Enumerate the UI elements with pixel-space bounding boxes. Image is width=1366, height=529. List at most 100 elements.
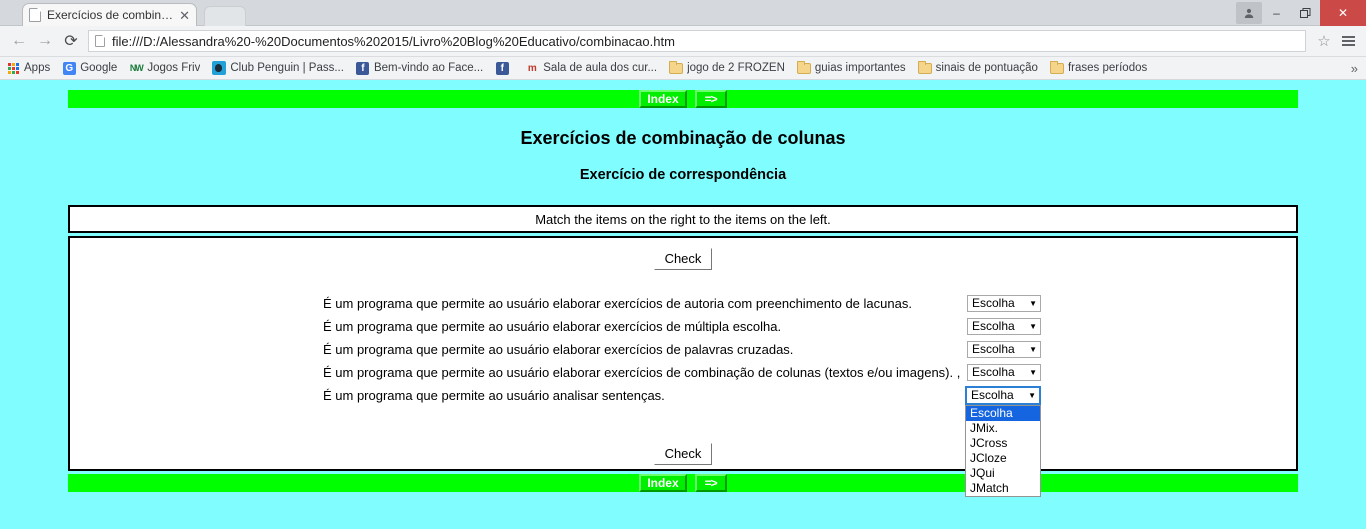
- back-icon[interactable]: ←: [6, 28, 32, 54]
- select-value: Escolha: [972, 319, 1015, 333]
- check-button-bottom[interactable]: Check: [653, 443, 713, 465]
- folder-icon: [796, 60, 811, 75]
- chevron-down-icon: ▼: [1029, 322, 1037, 331]
- match-select-1[interactable]: Escolha ▼: [967, 295, 1041, 312]
- item-text: É um programa que permite ao usuário ela…: [323, 296, 912, 311]
- instructions-box: Match the items on the right to the item…: [68, 205, 1298, 233]
- bookmark-label: Google: [80, 62, 118, 74]
- bookmark-folder-sinais[interactable]: sinais de pontuação: [917, 60, 1038, 75]
- item-text: É um programa que permite ao usuário ana…: [323, 388, 665, 403]
- next-button-top[interactable]: =>: [694, 90, 727, 108]
- bookmark-jogos-friv[interactable]: NW Jogos Friv: [129, 61, 201, 75]
- friv-icon: NW: [129, 63, 144, 73]
- index-button-top[interactable]: Index: [639, 90, 687, 108]
- window-controls: – ✕: [1236, 0, 1366, 26]
- folder-icon: [669, 60, 684, 75]
- top-navbar: Index =>: [68, 90, 1298, 108]
- item-text: É um programa que permite ao usuário ela…: [323, 342, 794, 357]
- bookmark-label: guias importantes: [814, 62, 906, 74]
- dropdown-option[interactable]: Escolha: [966, 406, 1040, 421]
- bookmark-sala-de-aula[interactable]: m Sala de aula dos cur...: [525, 61, 657, 75]
- dropdown-option[interactable]: JMatch: [966, 481, 1040, 496]
- match-select-3[interactable]: Escolha ▼: [967, 341, 1041, 358]
- select-value: Escolha: [972, 296, 1015, 310]
- menu-icon[interactable]: [1336, 29, 1360, 53]
- item-text: É um programa que permite ao usuário ela…: [323, 319, 782, 334]
- chevron-down-icon: ▼: [1028, 391, 1036, 400]
- index-button-bottom[interactable]: Index: [639, 474, 687, 492]
- maximize-button[interactable]: [1291, 0, 1320, 26]
- bookmark-star-icon[interactable]: ☆: [1312, 29, 1336, 53]
- page-icon: [29, 8, 41, 22]
- dropdown-option[interactable]: JMix.: [966, 421, 1040, 436]
- chevron-down-icon: ▼: [1029, 299, 1037, 308]
- select-value: Escolha: [971, 388, 1014, 402]
- check-button-top[interactable]: Check: [653, 248, 713, 270]
- bookmark-facebook[interactable]: f Bem-vindo ao Face...: [356, 61, 483, 75]
- browser-tab[interactable]: Exercícios de combinação ✕: [22, 3, 197, 26]
- bookmark-club-penguin[interactable]: Club Penguin | Pass...: [212, 61, 344, 75]
- dropdown-option[interactable]: JCloze: [966, 451, 1040, 466]
- profile-icon[interactable]: [1236, 2, 1262, 24]
- bookmark-label: Club Penguin | Pass...: [230, 62, 344, 74]
- browser-toolbar: ← → ⟳ file:///D:/Alessandra%20-%20Docume…: [0, 26, 1366, 57]
- bookmark-label: Jogos Friv: [147, 62, 201, 74]
- page-info-icon: [95, 35, 105, 47]
- new-tab-button[interactable]: [204, 6, 246, 26]
- next-button-bottom[interactable]: =>: [694, 474, 727, 492]
- exercise-box: Check É um programa que permite ao usuár…: [68, 236, 1298, 471]
- close-icon[interactable]: ✕: [179, 9, 190, 22]
- match-select-2[interactable]: Escolha ▼: [967, 318, 1041, 335]
- browser-titlebar: Exercícios de combinação ✕ – ✕: [0, 0, 1366, 26]
- bookmark-label: sinais de pontuação: [935, 62, 1038, 74]
- minimize-button[interactable]: –: [1262, 0, 1291, 26]
- match-select-4[interactable]: Escolha ▼: [967, 364, 1041, 381]
- list-item: É um programa que permite ao usuário ela…: [70, 361, 1296, 384]
- match-select-5[interactable]: Escolha ▼: [965, 386, 1041, 405]
- bookmark-apps[interactable]: Apps: [6, 61, 50, 75]
- bookmark-folder-frases[interactable]: frases períodos: [1049, 60, 1147, 75]
- list-item: É um programa que permite ao usuário ela…: [70, 292, 1296, 315]
- tab-title: Exercícios de combinação: [47, 8, 175, 22]
- facebook-icon: f: [495, 61, 509, 75]
- page-title: Exercícios de combinação de colunas: [520, 128, 846, 148]
- penguin-icon: [212, 61, 227, 75]
- select-value: Escolha: [972, 342, 1015, 356]
- reload-icon[interactable]: ⟳: [58, 28, 84, 54]
- browser-window: Exercícios de combinação ✕ – ✕ ← → ⟳ fil…: [0, 0, 1366, 529]
- bookmark-folder-guias[interactable]: guias importantes: [796, 60, 906, 75]
- check-row-bottom: Check: [70, 439, 1296, 465]
- select-value: Escolha: [972, 365, 1015, 379]
- close-window-button[interactable]: ✕: [1320, 0, 1366, 26]
- address-bar[interactable]: file:///D:/Alessandra%20-%20Documentos%2…: [88, 30, 1306, 52]
- bookmark-google[interactable]: G Google: [62, 61, 117, 75]
- select-dropdown-open[interactable]: Escolha JMix. JCross JCloze JQui JMatch: [965, 405, 1041, 497]
- bookmark-label: Apps: [24, 62, 51, 74]
- dropdown-option[interactable]: JQui: [966, 466, 1040, 481]
- bookmark-folder-frozen[interactable]: jogo de 2 FROZEN: [669, 60, 785, 75]
- list-item: É um programa que permite ao usuário ela…: [70, 338, 1296, 361]
- check-row-top: Check: [70, 238, 1296, 270]
- forward-icon[interactable]: →: [32, 28, 58, 54]
- chevron-down-icon: ▼: [1029, 345, 1037, 354]
- bookmark-label: jogo de 2 FROZEN: [687, 62, 785, 74]
- folder-icon: [1049, 60, 1064, 75]
- facebook-icon: f: [356, 61, 370, 75]
- page-content: Index => Exercícios de combinação de col…: [0, 82, 1366, 529]
- match-item-list: É um programa que permite ao usuário ela…: [70, 292, 1296, 407]
- dropdown-option[interactable]: JCross: [966, 436, 1040, 451]
- page-subtitle: Exercício de correspondência: [579, 167, 787, 183]
- item-text: É um programa que permite ao usuário ela…: [323, 365, 961, 380]
- bookmark-facebook-2[interactable]: f: [495, 61, 513, 75]
- bookmarks-overflow-icon[interactable]: »: [1351, 61, 1358, 76]
- list-item: É um programa que permite ao usuário ana…: [70, 384, 1296, 407]
- folder-icon: [917, 60, 932, 75]
- bottom-navbar: Index =>: [68, 474, 1298, 492]
- list-item: É um programa que permite ao usuário ela…: [70, 315, 1296, 338]
- google-icon: G: [62, 61, 76, 75]
- instructions-text: Match the items on the right to the item…: [535, 211, 831, 227]
- chevron-down-icon: ▼: [1029, 368, 1037, 377]
- toolbar-right: ☆: [1312, 29, 1360, 53]
- bookmarks-bar: Apps G Google NW Jogos Friv Club Penguin…: [0, 57, 1366, 80]
- bookmark-label: Bem-vindo ao Face...: [373, 62, 484, 74]
